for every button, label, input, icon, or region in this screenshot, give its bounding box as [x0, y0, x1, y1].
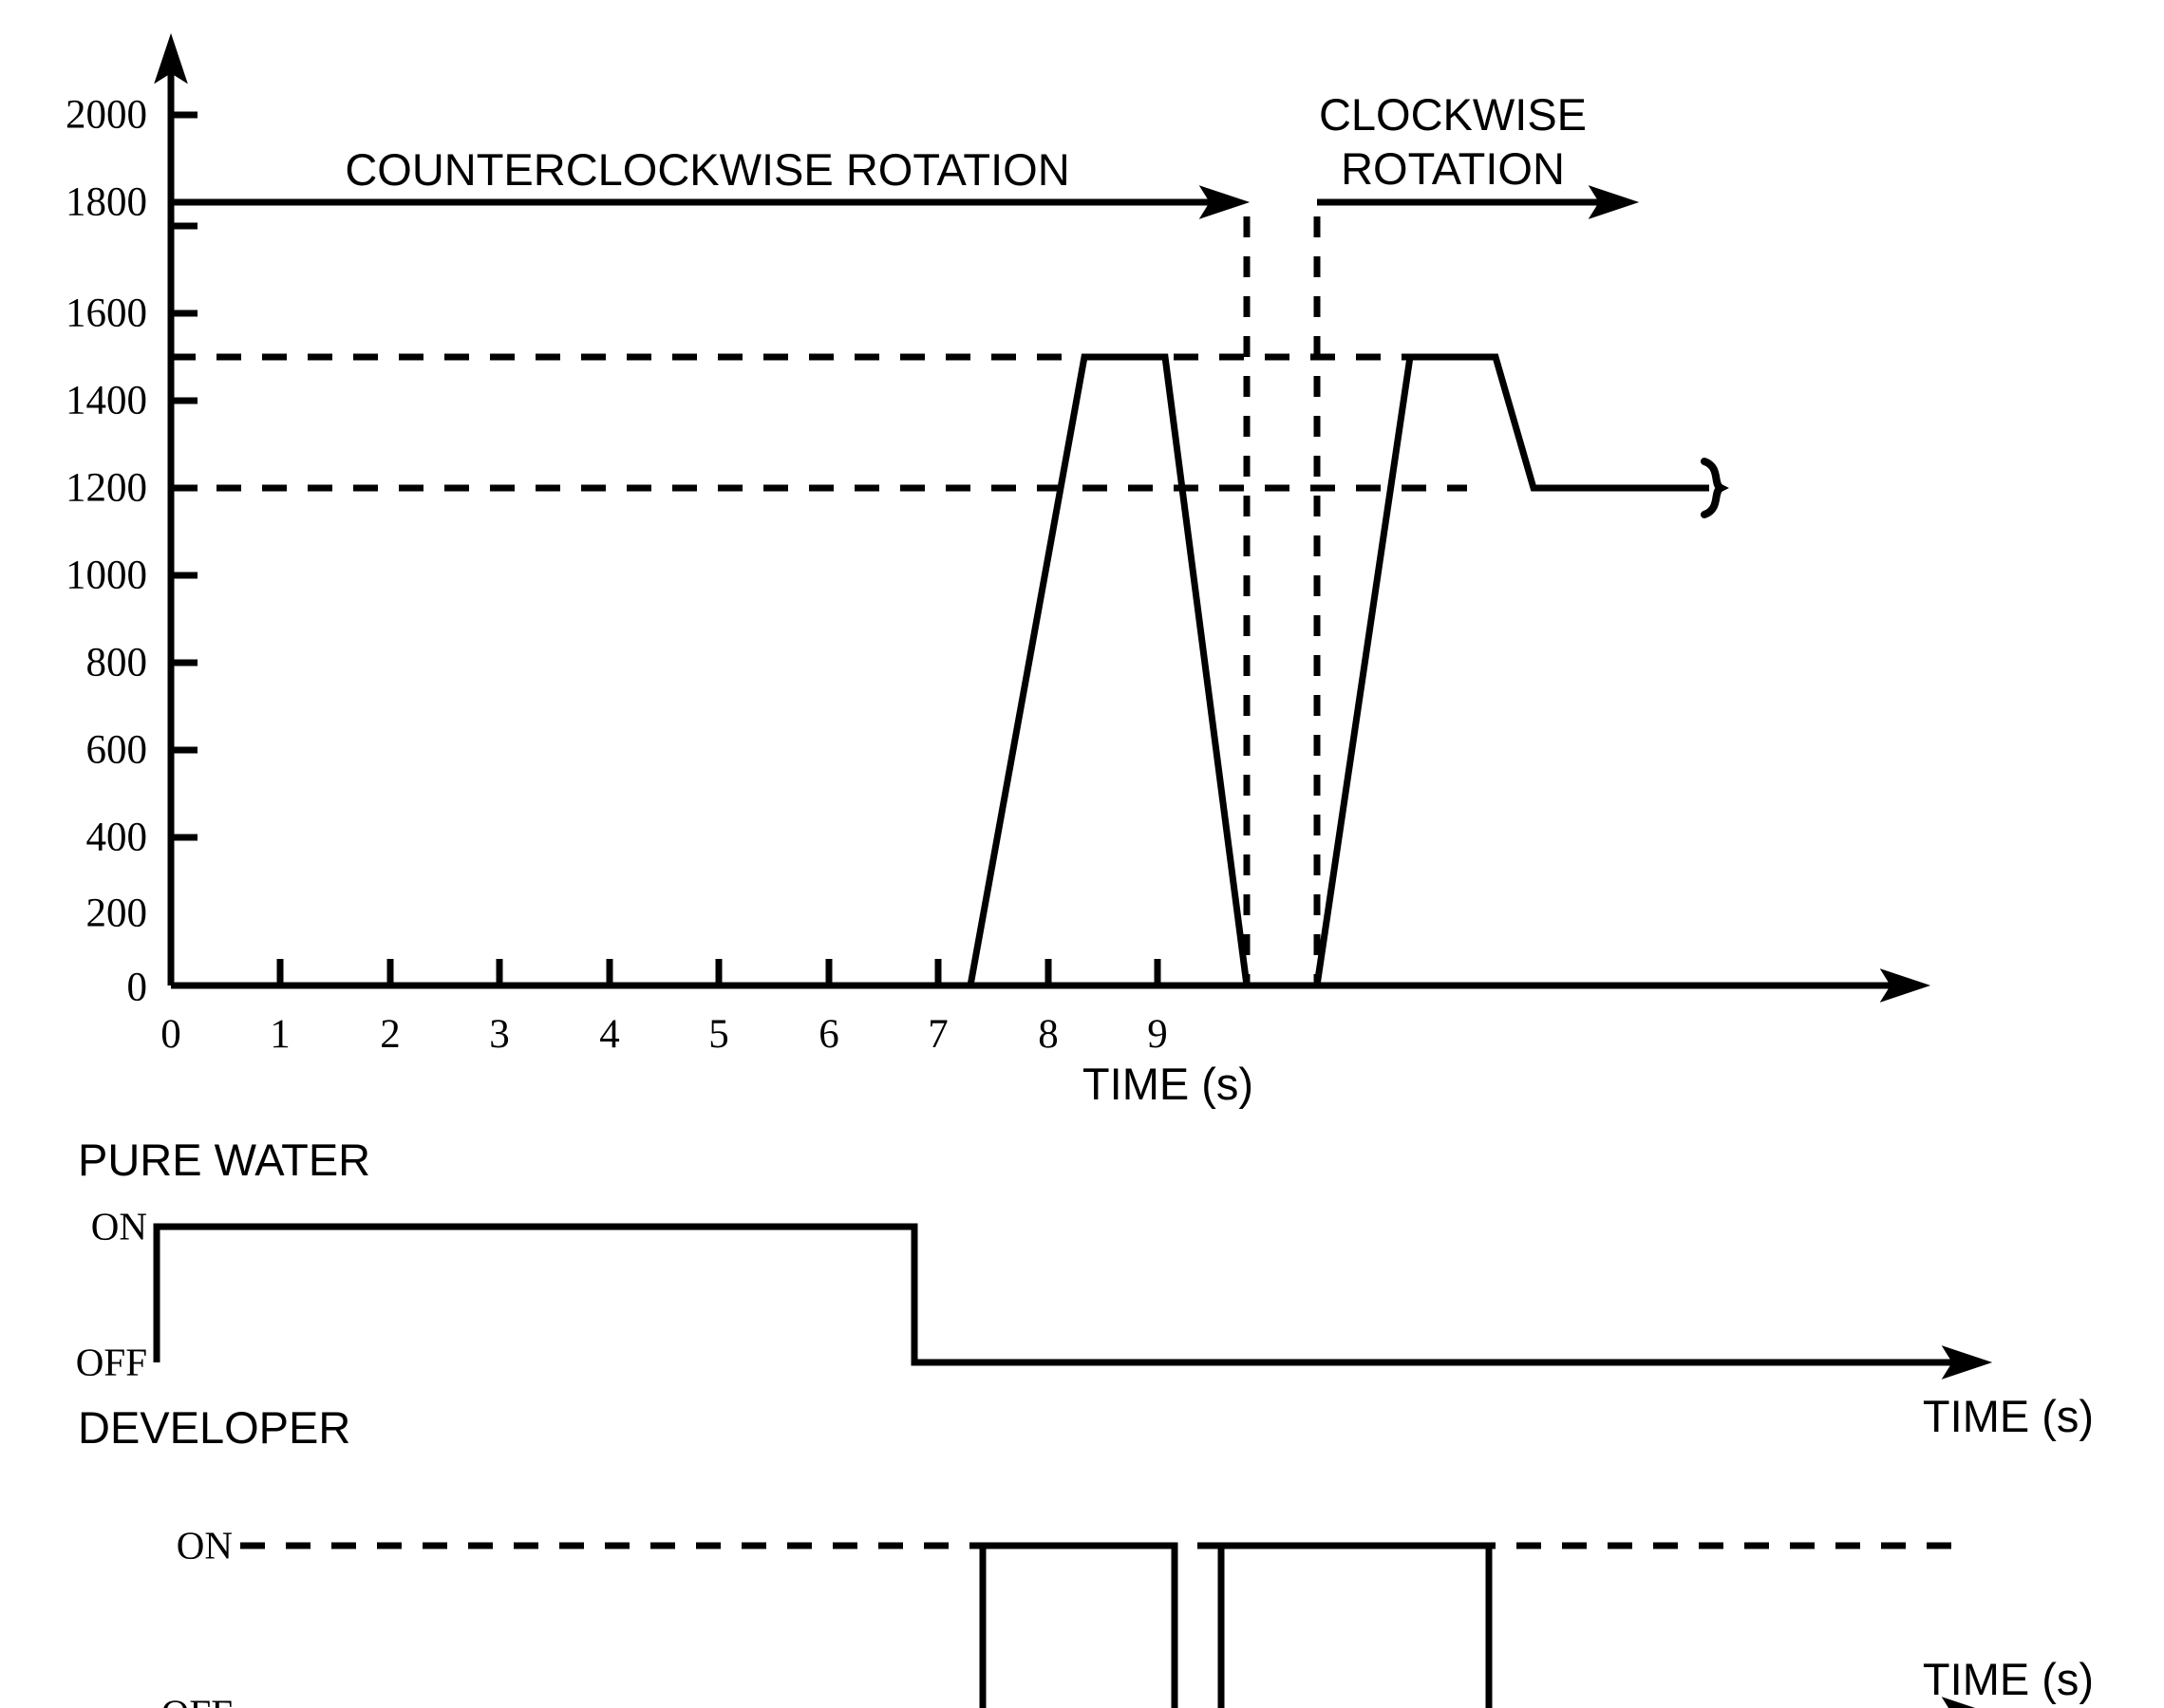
speed-boundary-lines: [1243, 216, 1321, 985]
y-tick-label-1000: 1000: [66, 553, 147, 598]
developer-trace: [240, 1542, 1976, 1708]
annotation-counterclockwise-rotation: COUNTERCLOCKWISE ROTATION: [345, 144, 1070, 195]
x-tick-label-6: 6: [819, 1012, 839, 1057]
y-tick-label-400: 400: [85, 815, 148, 860]
developer-signal-name: DEVELOPER: [78, 1402, 351, 1453]
pure-water-off-label: OFF: [75, 1340, 147, 1384]
y-tick-label-1600: 1600: [66, 291, 147, 336]
annotation-clockwise-rotation-line1: CLOCKWISE: [1318, 89, 1588, 140]
x-tick-label-7: 7: [928, 1012, 949, 1057]
x-tick-label-2: 2: [380, 1012, 401, 1057]
speed-reference-lines: [171, 353, 1467, 492]
y-tick-label-2000: 2000: [66, 92, 147, 138]
pure-water-x-axis-title: TIME (s): [1922, 1391, 2095, 1441]
figure-root: 2000 1800 1600 1400 1200 1000 800 600 40…: [0, 0, 2164, 1708]
pure-water-trace: [153, 1223, 1993, 1380]
developer-on-label: ON: [176, 1523, 233, 1567]
y-tick-label-1800: 1800: [66, 179, 147, 225]
x-tick-label-4: 4: [599, 1012, 620, 1057]
pure-water-signal-name: PURE WATER: [78, 1135, 371, 1185]
y-tick-label-800: 800: [85, 640, 148, 685]
y-tick-label-1400: 1400: [66, 378, 147, 423]
rotation-speed-trace: [171, 353, 1729, 989]
x-tick-label-3: 3: [489, 1012, 510, 1057]
speed-plot-x-axis-title: TIME (s): [1082, 1059, 1254, 1109]
developer-off-label: OFF: [57, 1694, 233, 1708]
y-tick-label-200: 200: [85, 891, 148, 936]
pure-water-waveform: [153, 1223, 1956, 1366]
pure-water-on-label: ON: [90, 1204, 147, 1248]
y-tick-label-600: 600: [85, 727, 148, 773]
developer-waveform: [979, 1542, 1493, 1708]
developer-x-axis-title: TIME (s): [1922, 1654, 2095, 1704]
x-tick-label-9: 9: [1147, 1012, 1168, 1057]
x-tick-label-8: 8: [1038, 1012, 1059, 1057]
x-tick-label-1: 1: [270, 1012, 291, 1057]
y-tick-label-0: 0: [126, 965, 148, 1010]
y-tick-label-1200: 1200: [66, 465, 147, 511]
x-tick-label-5: 5: [708, 1012, 729, 1057]
x-tick-label-0: 0: [160, 1012, 181, 1057]
speed-waveform: [171, 353, 1709, 989]
annotation-clockwise-rotation-line2: ROTATION: [1341, 143, 1565, 194]
